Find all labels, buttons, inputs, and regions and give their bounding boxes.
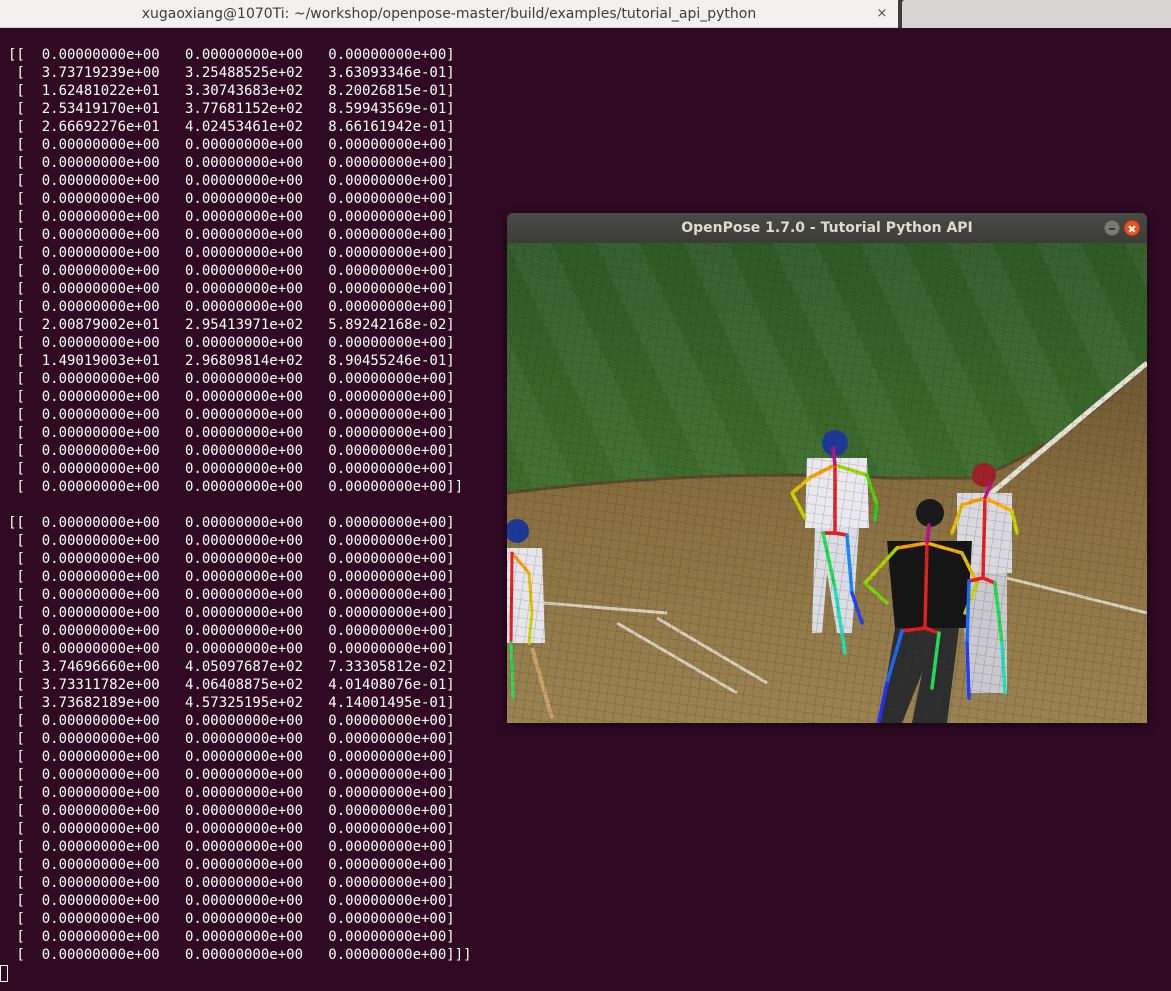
- terminal-line: [ 2.53419170e+01 3.77681152e+02 8.599435…: [8, 101, 455, 117]
- terminal-cursor: [0, 965, 8, 982]
- tab-close-icon[interactable]: ×: [872, 0, 892, 28]
- terminal-line: [ 0.00000000e+00 0.00000000e+00 0.000000…: [8, 947, 472, 963]
- terminal-line: [ 0.00000000e+00 0.00000000e+00 0.000000…: [8, 929, 455, 945]
- terminal-line: [ 0.00000000e+00 0.00000000e+00 0.000000…: [8, 731, 455, 747]
- terminal-line: [ 0.00000000e+00 0.00000000e+00 0.000000…: [8, 803, 455, 819]
- terminal-line: [ 0.00000000e+00 0.00000000e+00 0.000000…: [8, 821, 455, 837]
- terminal-line: [ 0.00000000e+00 0.00000000e+00 0.000000…: [8, 857, 455, 873]
- terminal-line: [ 0.00000000e+00 0.00000000e+00 0.000000…: [8, 155, 455, 171]
- terminal-line: [ 0.00000000e+00 0.00000000e+00 0.000000…: [8, 173, 455, 189]
- terminal-line: [ 0.00000000e+00 0.00000000e+00 0.000000…: [8, 893, 455, 909]
- terminal-line: [ 0.00000000e+00 0.00000000e+00 0.000000…: [8, 191, 455, 207]
- terminal-line: [ 0.00000000e+00 0.00000000e+00 0.000000…: [8, 749, 455, 765]
- terminal-line: [ 0.00000000e+00 0.00000000e+00 0.000000…: [8, 875, 455, 891]
- terminal-tab-title: xugaoxiang@1070Ti: ~/workshop/openpose-m…: [141, 6, 757, 22]
- terminal-line: [ 3.73719239e+00 3.25488525e+02 3.630933…: [8, 65, 455, 81]
- terminal-line: [ 0.00000000e+00 0.00000000e+00 0.000000…: [8, 839, 455, 855]
- terminal-tab-active[interactable]: xugaoxiang@1070Ti: ~/workshop/openpose-m…: [0, 0, 898, 28]
- terminal-titlebar: xugaoxiang@1070Ti: ~/workshop/openpose-m…: [0, 0, 1171, 28]
- terminal-line: [ 0.00000000e+00 0.00000000e+00 0.000000…: [8, 137, 455, 153]
- terminal-line: [ 1.62481022e+01 3.30743683e+02 8.200268…: [8, 83, 455, 99]
- terminal-line: [ 0.00000000e+00 0.00000000e+00 0.000000…: [8, 767, 455, 783]
- openpose-window-titlebar[interactable]: OpenPose 1.7.0 - Tutorial Python API: [507, 213, 1147, 243]
- terminal-line: [ 2.66692276e+01 4.02453461e+02 8.661619…: [8, 119, 455, 135]
- terminal-line: [[ 0.00000000e+00 0.00000000e+00 0.00000…: [8, 47, 455, 63]
- openpose-window-title: OpenPose 1.7.0 - Tutorial Python API: [681, 220, 973, 236]
- pose-render-image: [507, 243, 1147, 723]
- minimize-icon[interactable]: [1104, 220, 1120, 236]
- terminal-line: [ 0.00000000e+00 0.00000000e+00 0.000000…: [8, 911, 455, 927]
- terminal-tab-inactive[interactable]: [902, 0, 1171, 28]
- close-icon[interactable]: [1124, 220, 1140, 236]
- openpose-window[interactable]: OpenPose 1.7.0 - Tutorial Python API: [507, 213, 1147, 723]
- terminal-line: [ 0.00000000e+00 0.00000000e+00 0.000000…: [8, 785, 455, 801]
- backstop-net: [507, 243, 1147, 723]
